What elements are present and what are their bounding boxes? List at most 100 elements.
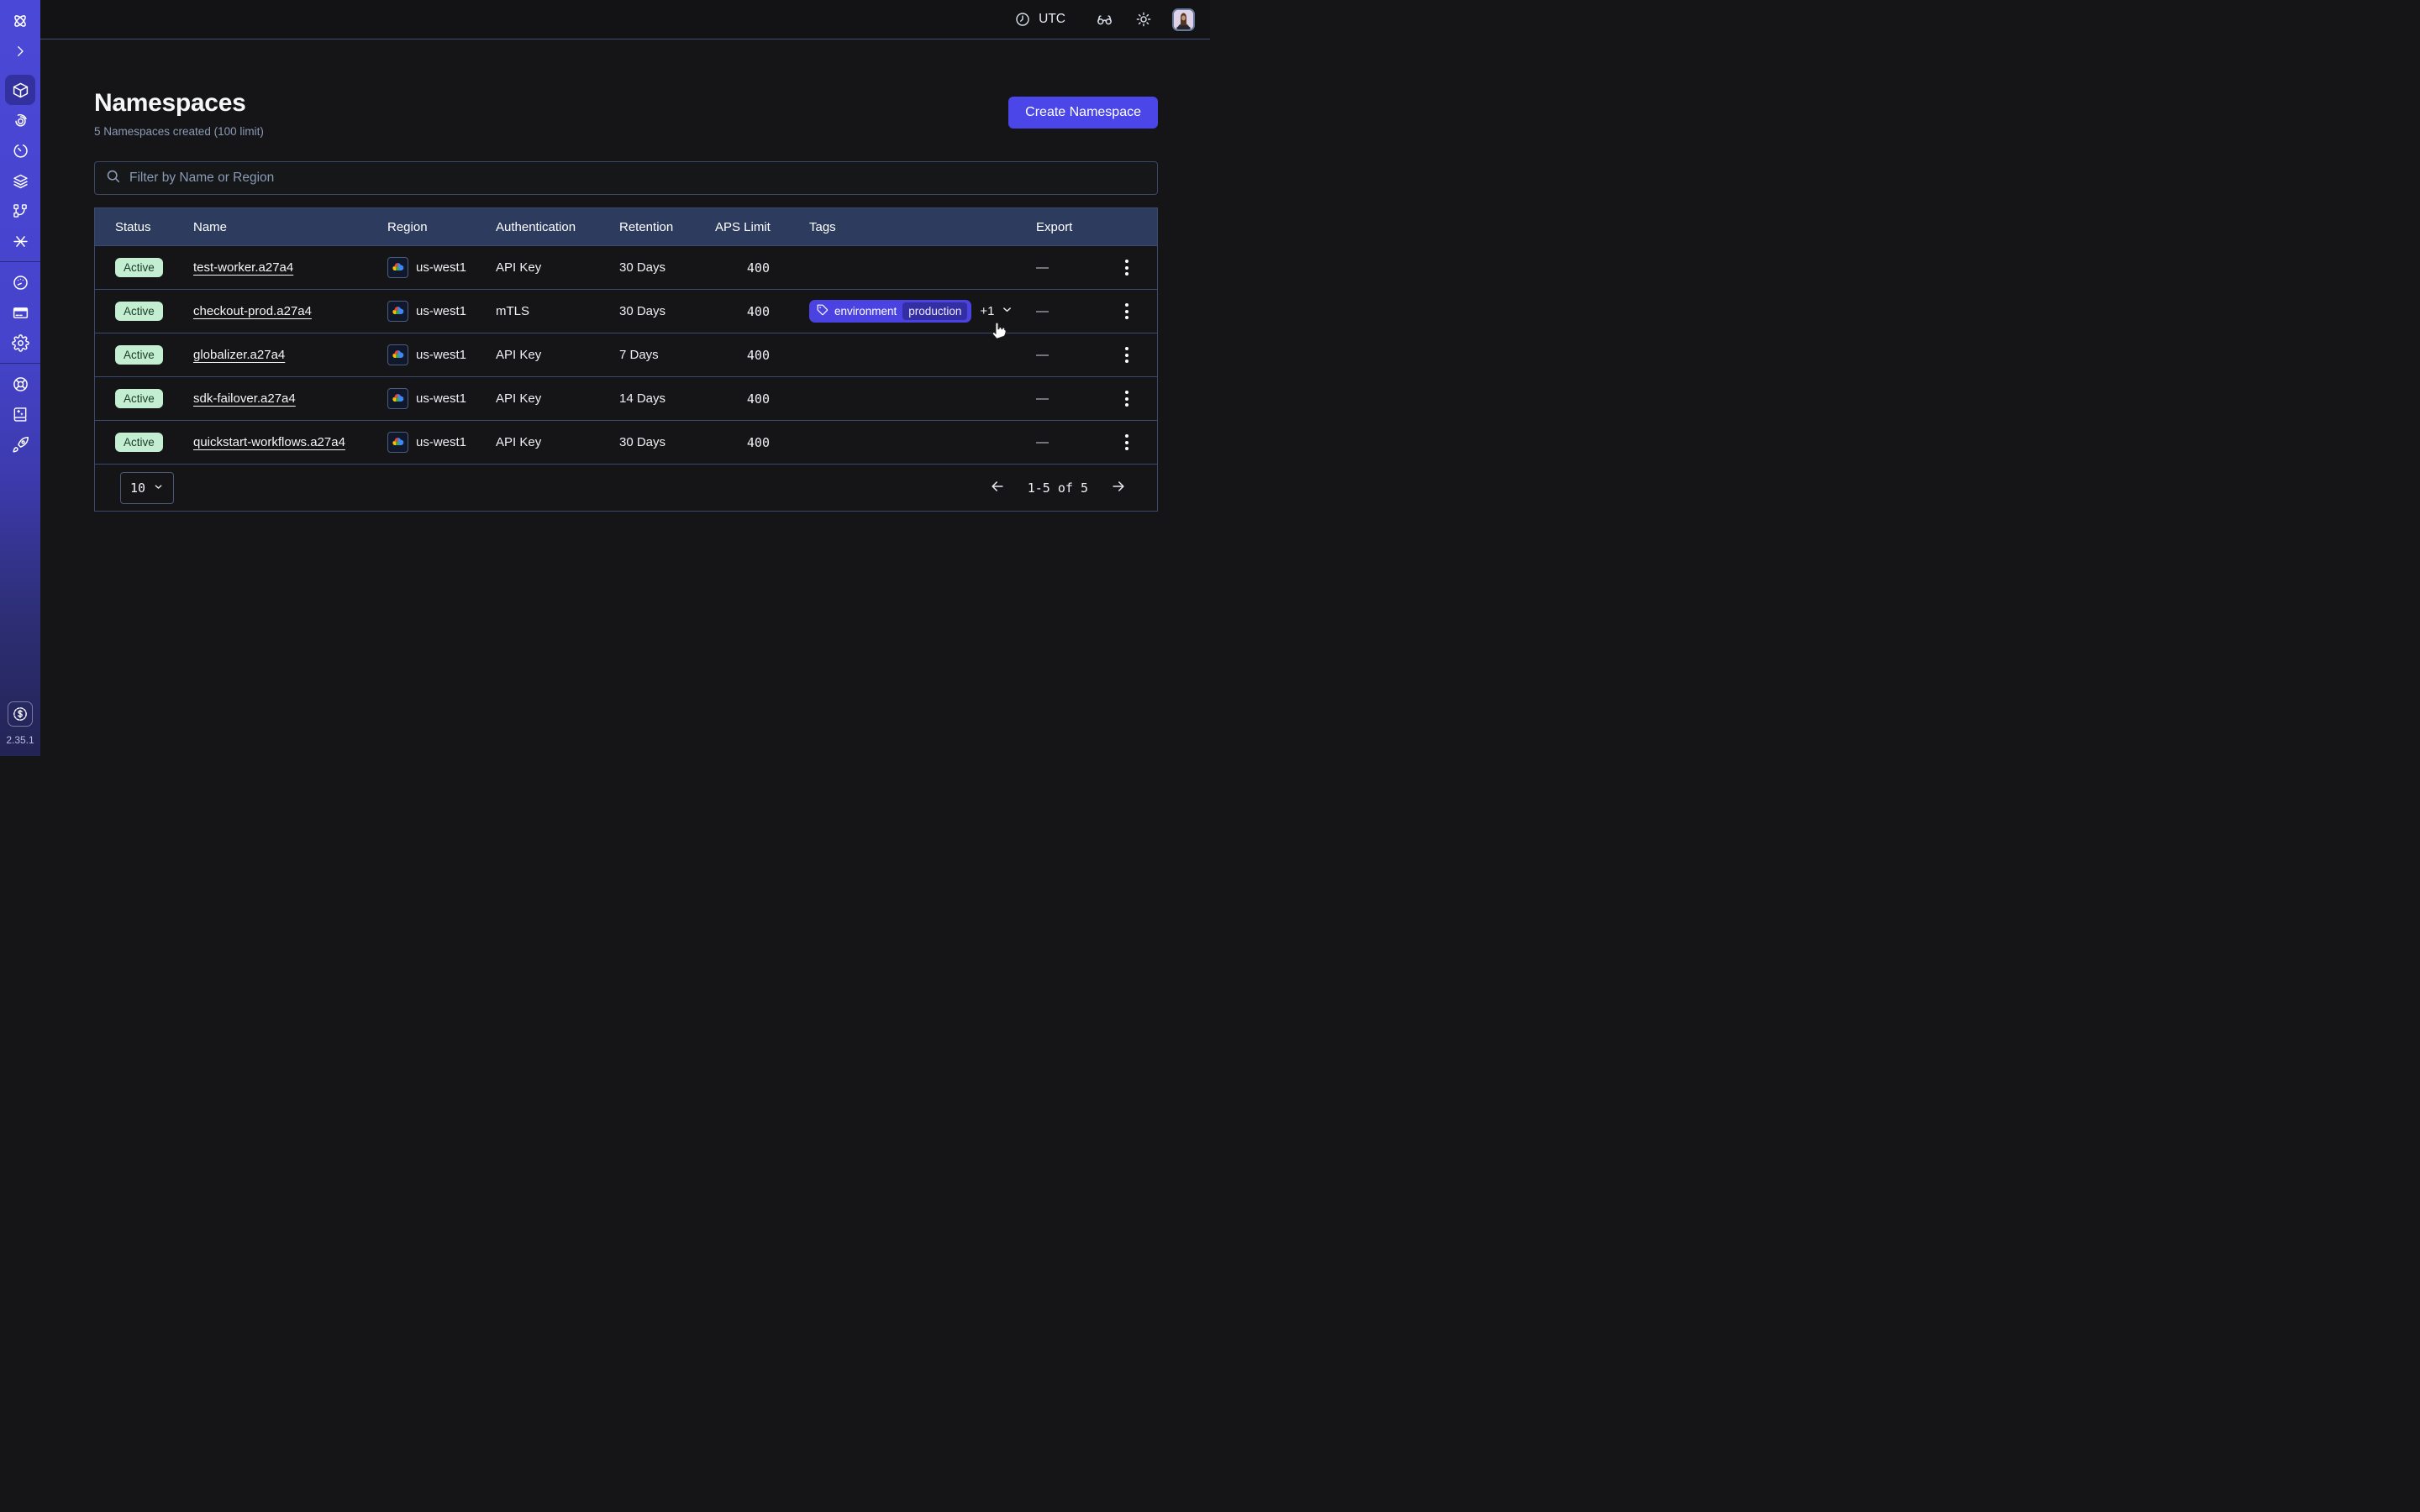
layers-icon bbox=[12, 172, 29, 190]
next-page-button[interactable] bbox=[1110, 478, 1127, 497]
auth-label: API Key bbox=[496, 260, 619, 275]
gcp-cloud-icon bbox=[387, 388, 408, 409]
status-badge: Active bbox=[115, 302, 163, 321]
auth-label: API Key bbox=[496, 435, 619, 449]
aps-limit-value: 400 bbox=[715, 435, 809, 450]
timezone-button[interactable]: UTC bbox=[1014, 11, 1065, 28]
auth-label: API Key bbox=[496, 391, 619, 406]
tag-pill[interactable]: environment production bbox=[809, 300, 971, 323]
gcp-cloud-icon bbox=[387, 257, 408, 278]
sidebar-item-usage[interactable] bbox=[5, 267, 35, 297]
version-label: 2.35.1 bbox=[6, 734, 34, 746]
sidebar-item-support[interactable] bbox=[5, 369, 35, 399]
topbar: UTC bbox=[40, 0, 1210, 39]
sidebar-divider bbox=[0, 261, 40, 262]
sidebar-item-monitoring[interactable] bbox=[5, 105, 35, 135]
page-size-select[interactable]: 10 bbox=[120, 472, 174, 504]
feedback-button[interactable] bbox=[1096, 11, 1113, 29]
export-value: — bbox=[1036, 391, 1108, 406]
status-badge: Active bbox=[115, 258, 163, 277]
sidebar-expand-button[interactable] bbox=[5, 36, 35, 66]
timezone-label: UTC bbox=[1039, 12, 1065, 27]
chevron-down-icon bbox=[1001, 303, 1013, 319]
namespace-link[interactable]: quickstart-workflows.a27a4 bbox=[193, 435, 345, 449]
row-menu-button[interactable] bbox=[1115, 297, 1139, 326]
sidebar-item-schedules[interactable] bbox=[5, 135, 35, 165]
column-header-status: Status bbox=[115, 220, 193, 234]
sidebar: 2.35.1 bbox=[0, 0, 40, 756]
tags-expand-button[interactable]: +1 bbox=[980, 303, 1013, 319]
table-header-row: Status Name Region Authentication Retent… bbox=[95, 208, 1157, 245]
concentric-circles-icon bbox=[12, 112, 29, 129]
user-avatar[interactable] bbox=[1172, 8, 1195, 31]
row-menu-button[interactable] bbox=[1115, 428, 1139, 457]
credit-card-icon bbox=[12, 304, 29, 322]
gcp-cloud-icon bbox=[387, 432, 408, 453]
row-menu-button[interactable] bbox=[1115, 341, 1139, 370]
status-badge: Active bbox=[115, 345, 163, 365]
auth-label: API Key bbox=[496, 348, 619, 362]
glasses-icon bbox=[1096, 11, 1113, 29]
row-menu-button[interactable] bbox=[1115, 385, 1139, 413]
aps-limit-value: 400 bbox=[715, 304, 809, 319]
table-row: Active quickstart-workflows.a27a4 us-wes… bbox=[95, 420, 1157, 464]
aps-limit-value: 400 bbox=[715, 391, 809, 407]
export-value: — bbox=[1036, 348, 1108, 362]
lifebuoy-icon bbox=[12, 375, 29, 393]
previous-page-button[interactable] bbox=[989, 478, 1006, 497]
column-header-retention: Retention bbox=[619, 220, 715, 234]
sidebar-item-billing[interactable] bbox=[5, 297, 35, 328]
tags-more-count: +1 bbox=[980, 304, 994, 318]
gear-icon bbox=[12, 334, 29, 352]
status-badge: Active bbox=[115, 433, 163, 452]
retention-label: 14 Days bbox=[619, 391, 715, 406]
namespace-link[interactable]: sdk-failover.a27a4 bbox=[193, 391, 296, 406]
theme-toggle-button[interactable] bbox=[1135, 11, 1152, 28]
arrow-right-icon bbox=[1110, 478, 1127, 497]
table-row: Active sdk-failover.a27a4 us-west1 API K… bbox=[95, 376, 1157, 420]
sidebar-item-docs[interactable] bbox=[5, 399, 35, 429]
table-row: Active globalizer.a27a4 us-west1 API Key… bbox=[95, 333, 1157, 376]
sidebar-item-settings[interactable] bbox=[5, 328, 35, 358]
retention-label: 30 Days bbox=[619, 304, 715, 318]
status-badge: Active bbox=[115, 389, 163, 408]
gcp-cloud-icon bbox=[387, 344, 408, 365]
branch-icon bbox=[12, 202, 29, 219]
column-header-tags: Tags bbox=[809, 220, 1036, 234]
rocket-icon bbox=[12, 436, 29, 454]
page-title: Namespaces bbox=[94, 89, 245, 118]
namespace-link[interactable]: test-worker.a27a4 bbox=[193, 260, 293, 275]
sidebar-item-deployments[interactable] bbox=[5, 165, 35, 196]
namespace-link[interactable]: globalizer.a27a4 bbox=[193, 348, 285, 362]
filter-input[interactable] bbox=[129, 171, 1147, 186]
tags-cell: environment production +1 bbox=[809, 300, 1036, 323]
sidebar-item-getting-started[interactable] bbox=[5, 429, 35, 459]
chevron-down-icon bbox=[153, 480, 164, 496]
cube-icon bbox=[12, 81, 29, 99]
column-header-export: Export bbox=[1036, 220, 1108, 234]
sun-icon bbox=[1135, 11, 1152, 28]
book-sparkles-icon bbox=[12, 406, 29, 423]
tag-key: environment bbox=[834, 305, 897, 318]
pricing-button[interactable] bbox=[8, 701, 33, 727]
tag-icon bbox=[817, 304, 829, 318]
namespace-link[interactable]: checkout-prod.a27a4 bbox=[193, 304, 312, 318]
region-label: us-west1 bbox=[416, 391, 466, 406]
sidebar-item-namespaces[interactable] bbox=[5, 75, 35, 105]
timer-icon bbox=[12, 142, 29, 160]
gcp-cloud-icon bbox=[387, 301, 408, 322]
tag-value: production bbox=[902, 302, 967, 320]
create-namespace-button[interactable]: Create Namespace bbox=[1008, 97, 1158, 129]
aps-limit-value: 400 bbox=[715, 348, 809, 363]
sidebar-item-batch-operations[interactable] bbox=[5, 226, 35, 256]
page-range-label: 1-5 of 5 bbox=[1028, 480, 1088, 496]
arrow-left-icon bbox=[989, 478, 1006, 497]
row-menu-button[interactable] bbox=[1115, 254, 1139, 282]
region-label: us-west1 bbox=[416, 348, 466, 362]
column-header-aps-limit: APS Limit bbox=[715, 220, 809, 234]
pagination-bar: 10 1-5 of 5 bbox=[95, 464, 1157, 511]
sidebar-item-nexus[interactable] bbox=[5, 196, 35, 226]
export-value: — bbox=[1036, 260, 1108, 275]
auth-label: mTLS bbox=[496, 304, 619, 318]
page-size-value: 10 bbox=[130, 480, 145, 496]
